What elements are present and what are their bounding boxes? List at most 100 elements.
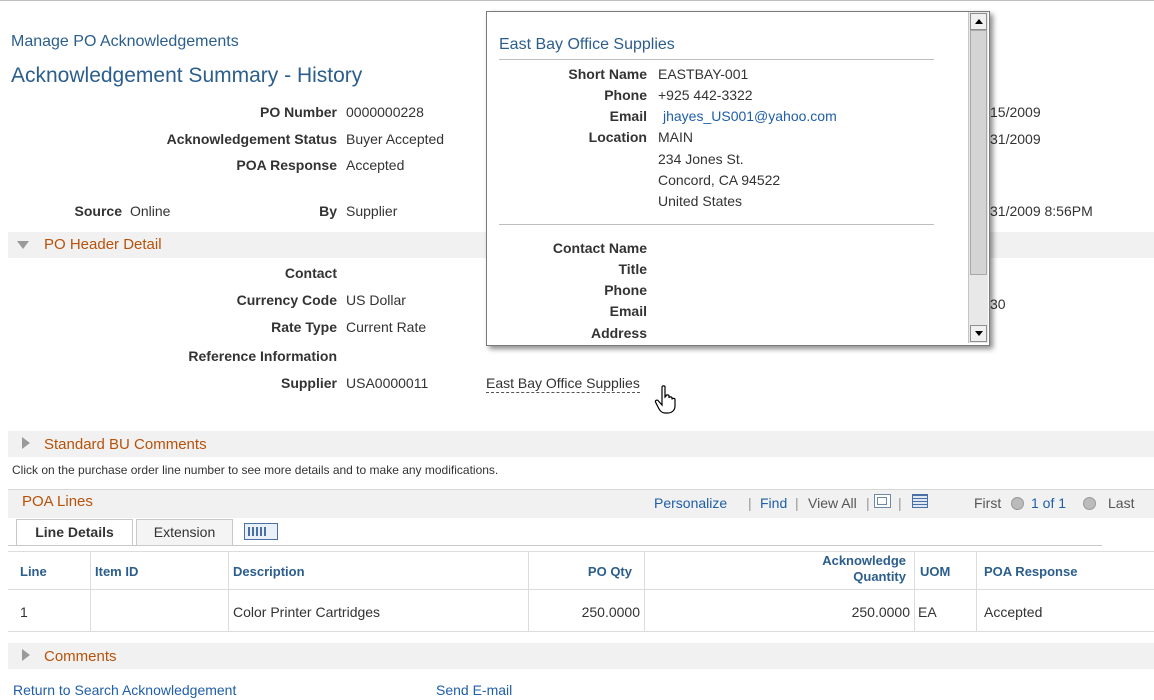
grid-download-icon[interactable]	[912, 494, 928, 508]
scroll-thumb[interactable]	[970, 30, 987, 275]
send-email-link[interactable]: Send E-mail	[436, 682, 512, 698]
ack-status-value: Buyer Accepted	[346, 131, 445, 147]
row-ack-qty: 250.0000	[851, 604, 910, 620]
source-label: Source	[74, 203, 122, 219]
popup-title-label: Title	[618, 261, 647, 277]
triangle-right-icon[interactable]	[22, 649, 30, 661]
reference-information-label: Reference Information	[188, 348, 337, 364]
separator: |	[866, 495, 870, 511]
contact-label: Contact	[284, 265, 337, 281]
grid-header-bottom	[8, 589, 1154, 590]
column-acknowledge-quantity: Acknowledge Quantity	[780, 553, 906, 585]
first-label[interactable]: First	[974, 495, 1001, 511]
poa-response-label: POA Response	[236, 157, 337, 173]
row-line-link[interactable]: 1	[20, 599, 28, 625]
page-title: Acknowledgement Summary - History	[11, 64, 363, 87]
new-window-icon[interactable]	[874, 494, 891, 508]
poa-response-value: Accepted	[346, 157, 405, 173]
column-description: Description	[233, 564, 305, 579]
ack-status-label: Acknowledgement Status	[166, 131, 337, 147]
top-border	[0, 0, 1154, 1]
column-uom: UOM	[920, 564, 951, 579]
summary-date-2: 31/2009	[990, 131, 1041, 147]
popup-divider	[499, 59, 934, 60]
separator: |	[898, 495, 902, 511]
column-ack-line-2: Quantity	[853, 569, 906, 584]
col-sep	[228, 551, 229, 631]
popup-email-label: Email	[609, 108, 647, 124]
col-sep	[90, 551, 91, 631]
comments-band	[8, 643, 1154, 669]
row-description: Color Printer Cartridges	[233, 604, 381, 620]
triangle-right-icon[interactable]	[22, 437, 30, 449]
column-poa-response: POA Response	[984, 564, 1078, 579]
by-value: Supplier	[346, 203, 398, 219]
find-link[interactable]: Find	[760, 495, 787, 511]
row-count: 1 of 1	[1031, 495, 1067, 511]
currency-code-value: US Dollar	[346, 292, 406, 308]
show-all-columns-icon[interactable]	[244, 523, 278, 540]
comments-title[interactable]: Comments	[44, 648, 117, 665]
row-poa-response: Accepted	[984, 604, 1043, 620]
personalize-link[interactable]: Personalize	[654, 495, 727, 511]
tab-line-details[interactable]: Line Details	[16, 519, 133, 545]
rate-type-value: Current Rate	[346, 319, 427, 335]
scroll-up-button[interactable]	[970, 13, 987, 30]
standard-bu-comments-title[interactable]: Standard BU Comments	[44, 436, 207, 453]
popup-phone: +925 442-3322	[658, 87, 753, 103]
by-label: By	[319, 203, 337, 219]
supplier-info-popup: East Bay Office Supplies Short Name EAST…	[486, 11, 990, 346]
tab-extension[interactable]: Extension	[136, 519, 233, 545]
triangle-down-icon[interactable]	[17, 241, 29, 249]
grid-row-bottom	[8, 631, 1154, 632]
supplier-id: USA0000011	[346, 375, 429, 391]
popup-title: East Bay Office Supplies	[499, 36, 675, 53]
popup-scrollbar[interactable]	[968, 12, 988, 343]
summary-datetime: 31/2009 8:56PM	[990, 203, 1093, 219]
supplier-name-link[interactable]: East Bay Office Supplies	[486, 375, 640, 393]
scroll-down-button[interactable]	[970, 325, 987, 342]
col-sep	[644, 551, 645, 631]
column-line: Line	[20, 564, 47, 579]
col-sep	[914, 551, 915, 631]
popup-location-label: Location	[588, 129, 647, 145]
summary-date-1: 15/2009	[990, 104, 1041, 120]
instruction-text: Click on the purchase order line number …	[12, 463, 499, 477]
popup-location-line-2: 234 Jones St.	[658, 151, 744, 167]
source-value: Online	[130, 203, 171, 219]
next-arrow-icon[interactable]	[1083, 497, 1096, 510]
popup-contact-email-label: Email	[609, 303, 647, 319]
po-number-label: PO Number	[259, 104, 337, 120]
column-item-id: Item ID	[95, 564, 139, 579]
supplier-label: Supplier	[280, 375, 337, 391]
column-ack-line-1: Acknowledge	[822, 553, 906, 568]
separator: |	[795, 495, 799, 511]
column-po-qty: PO Qty	[587, 564, 632, 579]
return-to-search-link[interactable]: Return to Search Acknowledgement	[13, 682, 236, 698]
rate-type-label: Rate Type	[271, 319, 337, 335]
popup-contact-phone-label: Phone	[604, 282, 647, 298]
popup-divider	[499, 224, 934, 225]
popup-location-line-3: Concord, CA 94522	[658, 172, 781, 188]
po-number-value: 0000000228	[346, 104, 424, 120]
popup-address-label: Address	[590, 325, 647, 341]
row-po-qty: 250.0000	[581, 604, 640, 620]
col-sep	[976, 551, 977, 631]
poa-lines-title: POA Lines	[22, 493, 93, 510]
grid-header-top	[8, 551, 1154, 552]
view-all-link[interactable]: View All	[808, 495, 857, 511]
popup-short-name: EASTBAY-001	[658, 66, 749, 82]
tab-baseline	[8, 545, 1102, 546]
po-header-detail-title[interactable]: PO Header Detail	[44, 236, 162, 253]
separator: |	[748, 495, 752, 511]
last-label[interactable]: Last	[1108, 495, 1134, 511]
popup-email-link[interactable]: jhayes_US001@yahoo.com	[663, 108, 837, 124]
row-uom: EA	[918, 604, 937, 620]
popup-phone-label: Phone	[604, 87, 647, 103]
popup-location-line-4: United States	[658, 193, 743, 209]
currency-code-label: Currency Code	[236, 292, 337, 308]
col-sep	[528, 551, 529, 631]
previous-arrow-icon[interactable]	[1011, 497, 1024, 510]
popup-contact-name-label: Contact Name	[552, 240, 647, 256]
popup-location-line-1: MAIN	[658, 129, 693, 145]
